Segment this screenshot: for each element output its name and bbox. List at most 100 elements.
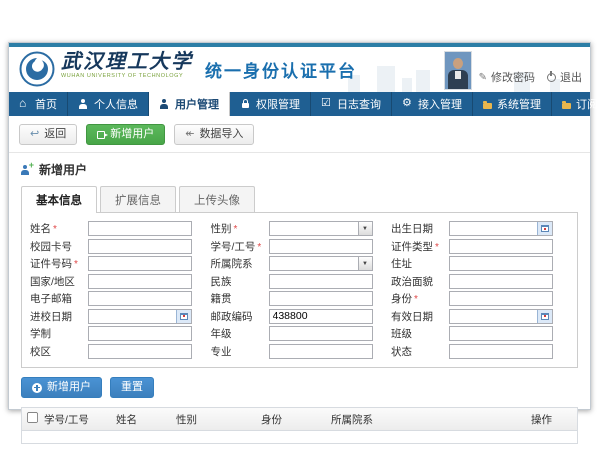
form-row: 身份* [391,291,569,306]
tab-basic-info[interactable]: 基本信息 [21,186,97,213]
email-field [88,291,192,306]
nav-item-label: 个人信息 [94,96,138,112]
pencil-icon: ✎ [479,72,487,83]
valid-date-input[interactable] [450,310,537,323]
reset-button[interactable]: 重置 [110,377,154,398]
nav-item-user-management[interactable]: 用户管理 [149,92,230,116]
avatar-shirt [455,71,461,79]
nav-item-access-management[interactable]: 接入管理 [392,92,473,116]
id-number-field [88,256,192,271]
nav-item-system-management[interactable]: 系统管理 [473,92,552,116]
logout-link[interactable]: 退出 [547,69,582,85]
campus-label: 校区* [30,344,88,359]
campus-card-no-input[interactable] [89,240,191,253]
gender-input[interactable] [270,222,358,235]
status-input[interactable] [450,345,552,358]
table-header-2: 姓名 [116,412,176,427]
plus-circle-icon [32,383,42,393]
gender-dropdown-button[interactable]: ▼ [358,222,372,235]
class-field [449,326,553,341]
calendar-icon [541,313,549,320]
birth-date-input[interactable] [450,222,537,235]
id-type-input[interactable] [450,240,552,253]
identity-input[interactable] [450,292,552,305]
nav-item-profile[interactable]: 个人信息 [68,92,149,116]
nav-item-label: 接入管理 [418,96,462,112]
ethnicity-input[interactable] [270,275,372,288]
university-name-block: 武汉理工大学 WUHAN UNIVERSITY OF TECHNOLOGY [61,52,193,80]
gear-icon [402,99,413,109]
home-icon [19,99,30,109]
political-status-input[interactable] [450,275,552,288]
department-dropdown-button[interactable]: ▼ [358,257,372,270]
submit-add-user-button[interactable]: 新增用户 [21,377,102,398]
nav-item-permission-management[interactable]: 权限管理 [230,92,311,116]
id-number-label: 证件号码* [30,256,88,271]
user-table: 学号/工号姓名性别身份所属院系操作 [21,407,578,444]
form-row: 姓名* [30,221,208,236]
campus-input[interactable] [89,345,191,358]
person-card-icon [78,99,89,109]
class-input[interactable] [450,327,552,340]
user-avatar[interactable] [444,51,472,90]
id-type-field [449,239,553,254]
form-column-3: 出生日期* 证件类型* 住址* 政治面貌* 身份* 有效日期* 班级* 状态* [391,221,569,361]
student-staff-id-input[interactable] [270,240,372,253]
nav-item-log-query[interactable]: 日志查询 [311,92,392,116]
form-row: 政治面貌* [391,274,569,289]
name-label: 姓名* [30,221,88,236]
birth-date-calendar-button[interactable] [537,222,552,235]
class-label: 班级* [391,326,449,341]
data-import-button[interactable]: ↞ 数据导入 [174,124,254,145]
major-input[interactable] [270,345,372,358]
id-number-input[interactable] [89,257,191,270]
entry-date-label: 进校日期* [30,309,88,324]
grade-input[interactable] [270,327,372,340]
schooling-length-input[interactable] [89,327,191,340]
add-user-toolbar-button[interactable]: 新增用户 [86,124,165,145]
native-place-input[interactable] [270,292,372,305]
new-doc-icon [97,131,105,139]
nav-item-label: 权限管理 [256,96,300,112]
gender-label: 性别* [211,221,269,236]
name-input[interactable] [89,222,191,235]
form-row: 性别* ▼ [211,221,389,236]
status-label: 状态* [391,344,449,359]
tab-extended-info[interactable]: 扩展信息 [100,186,176,212]
postal-code-field [269,309,373,324]
address-input[interactable] [450,257,552,270]
table-header-1: 学号/工号 [44,412,116,427]
back-button-label: 返回 [44,129,66,140]
reset-button-label: 重置 [121,382,143,393]
address-field [449,256,553,271]
country-region-field [88,274,192,289]
change-password-link[interactable]: ✎ 修改密码 [479,69,535,85]
form-actions: 新增用户 重置 [9,368,590,407]
entry-date-calendar-button[interactable] [176,310,191,323]
email-input[interactable] [89,292,191,305]
select-all-checkbox[interactable] [27,412,38,423]
university-name: 武汉理工大学 [61,52,193,72]
nav-item-home[interactable]: 首页 [9,92,68,116]
country-region-input[interactable] [89,275,191,288]
browser-page: 武汉理工大学 WUHAN UNIVERSITY OF TECHNOLOGY 统一… [8,42,591,410]
form-row: 出生日期* [391,221,569,236]
postal-code-input[interactable] [270,310,372,323]
nav-item-label: 用户管理 [175,96,219,112]
valid-date-calendar-button[interactable] [537,310,552,323]
department-field: ▼ [269,256,373,271]
political-status-label: 政治面貌* [391,274,449,289]
nav-item-subscription-management[interactable]: 订阅管理 [552,92,600,116]
university-name-en: WUHAN UNIVERSITY OF TECHNOLOGY [61,74,193,80]
tab-upload-avatar[interactable]: 上传头像 [179,186,255,212]
section-header: 新增用户 [9,153,590,184]
form-row: 邮政编码* [211,309,389,324]
entry-date-input[interactable] [89,310,176,323]
native-place-field [269,291,373,306]
department-input[interactable] [270,257,358,270]
skyline-decoration [402,78,412,92]
back-button[interactable]: ↩ 返回 [19,124,77,145]
ethnicity-field [269,274,373,289]
table-header-4: 身份 [261,412,331,427]
form-row: 学号/工号* [211,239,389,254]
